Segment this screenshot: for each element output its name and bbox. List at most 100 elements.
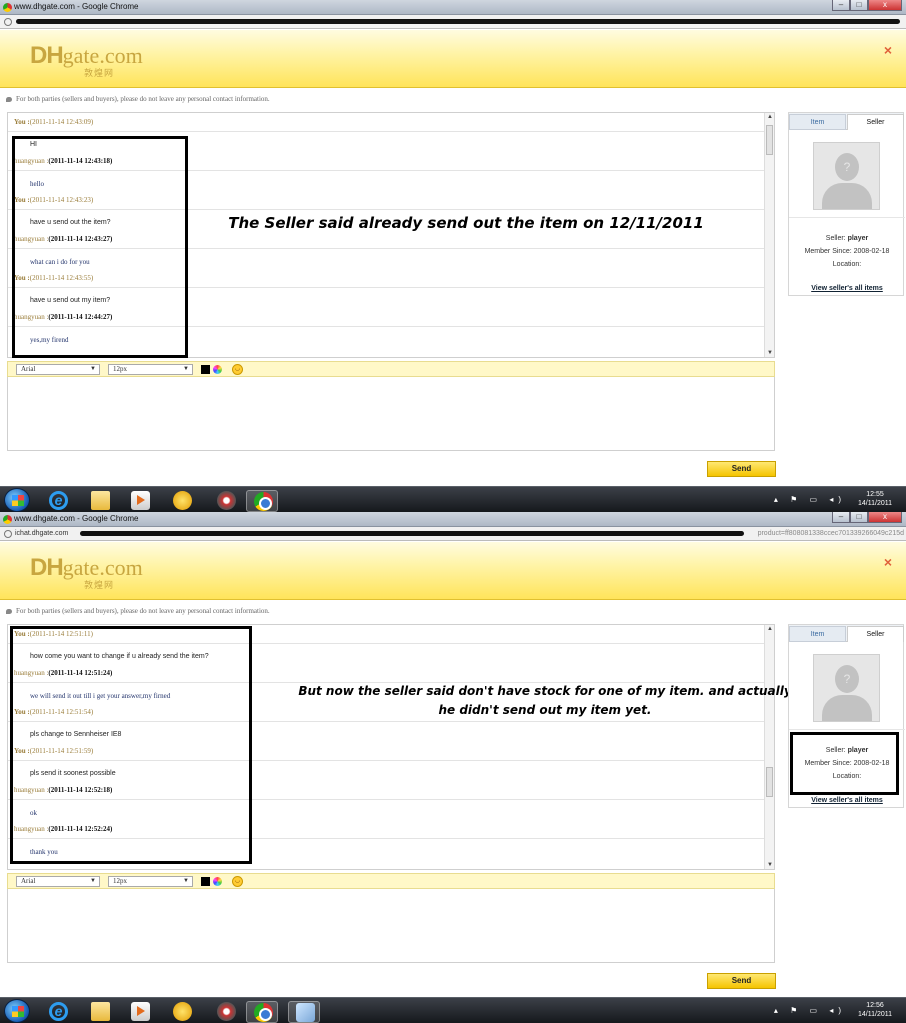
seller-avatar: ? xyxy=(813,654,880,722)
start-button[interactable] xyxy=(4,488,30,512)
start-button[interactable] xyxy=(4,999,30,1023)
clock[interactable]: 12:56 14/11/2011 xyxy=(858,1001,892,1019)
text-color-icon[interactable] xyxy=(201,365,210,374)
chat-scrollbar[interactable]: ▲ ▼ xyxy=(764,113,774,357)
tab-item[interactable]: Item xyxy=(789,626,846,642)
font-select[interactable]: Arial ▼ xyxy=(16,364,100,375)
folder-icon[interactable] xyxy=(84,490,116,512)
view-seller-items-link[interactable]: View seller's all items xyxy=(789,797,905,804)
tab-seller[interactable]: Seller xyxy=(847,114,904,130)
message-text: we will send it out till i get your answ… xyxy=(30,692,171,700)
scroll-thumb[interactable] xyxy=(766,125,773,155)
sender-you: You :(2011-11-14 12:51:11) xyxy=(14,630,93,638)
dhgate-logo: DHgate.com 敦煌网 xyxy=(30,42,143,78)
ie-icon[interactable]: e xyxy=(42,1001,74,1023)
message-divider xyxy=(8,760,764,761)
window-close-button[interactable]: x xyxy=(868,512,902,523)
messenger-icon[interactable] xyxy=(166,490,198,512)
close-icon[interactable]: × xyxy=(884,42,892,58)
sender-you: You :(2011-11-14 12:43:23) xyxy=(14,196,94,204)
maximize-button[interactable]: □ xyxy=(850,0,868,11)
color-wheel-icon[interactable] xyxy=(213,877,222,886)
folder-icon[interactable] xyxy=(84,1001,116,1023)
scroll-thumb[interactable] xyxy=(766,767,773,797)
chat-window-1: www.dhgate.com - Google Chrome – □ x DHg… xyxy=(0,0,906,512)
paint-icon[interactable] xyxy=(288,1001,320,1023)
message-input[interactable] xyxy=(7,377,775,451)
sender-seller: huangyuan :(2011-11-14 12:44:27) xyxy=(14,313,113,321)
size-select[interactable]: 12px ▼ xyxy=(108,364,193,375)
scroll-down-icon[interactable]: ▼ xyxy=(767,862,773,868)
chrome-taskbar-icon[interactable] xyxy=(246,490,278,512)
taskbar: e ▴ ⚑ ▭ ◂) 12:55 14/11/2011 xyxy=(0,486,906,512)
dhgate-header: DHgate.com 敦煌网 × xyxy=(0,30,906,88)
size-select[interactable]: 12px ▼ xyxy=(108,876,193,887)
privacy-notice: For both parties (sellers and buyers), p… xyxy=(6,607,270,615)
sender-seller: huangyuan :(2011-11-14 12:52:18) xyxy=(14,786,113,794)
disc-icon[interactable] xyxy=(210,490,242,512)
scroll-up-icon[interactable]: ▲ xyxy=(767,114,773,120)
chat-history[interactable]: ▲ ▼ You :(2011-11-14 12:51:11) how come y… xyxy=(7,624,775,870)
message-divider xyxy=(8,248,764,249)
chat-scrollbar[interactable]: ▲ ▼ xyxy=(764,625,774,869)
chrome-taskbar-icon[interactable] xyxy=(246,1001,278,1023)
messenger-icon[interactable] xyxy=(166,1001,198,1023)
message-text: yes,my firend xyxy=(30,336,69,344)
address-bar[interactable]: ichat.dhgate.com product=ff808081338ccec… xyxy=(0,527,906,541)
tab-item[interactable]: Item xyxy=(789,114,846,130)
media-player-icon[interactable] xyxy=(124,490,156,512)
speech-bubble-icon xyxy=(6,96,12,102)
clock[interactable]: 12:55 14/11/2011 xyxy=(858,490,892,508)
dhgate-header: DHgate.com 敦煌网 × xyxy=(0,542,906,600)
ie-icon[interactable]: e xyxy=(42,490,74,512)
chevron-down-icon: ▼ xyxy=(90,366,96,372)
sender-you: You :(2011-11-14 12:43:09) xyxy=(14,118,94,126)
taskbar: e ▴ ⚑ ▭ ◂) 12:56 14/11/2011 xyxy=(0,997,906,1023)
message-input[interactable] xyxy=(7,889,775,963)
speech-bubble-icon xyxy=(6,608,12,614)
chat-window-2: www.dhgate.com - Google Chrome – □ x ich… xyxy=(0,512,906,1023)
media-player-icon[interactable] xyxy=(124,1001,156,1023)
sender-you: You :(2011-11-14 12:43:55) xyxy=(14,274,94,282)
seller-location: Location: xyxy=(832,773,862,780)
system-tray[interactable]: ▴ ⚑ ▭ ◂) xyxy=(774,495,846,504)
view-seller-items-link[interactable]: View seller's all items xyxy=(789,285,905,292)
minimize-button[interactable]: – xyxy=(832,0,850,11)
maximize-button[interactable]: □ xyxy=(850,512,868,523)
send-button[interactable]: Send xyxy=(707,973,776,989)
sender-seller: huangyuan :(2011-11-14 12:43:18) xyxy=(14,157,113,165)
sender-seller: huangyuan :(2011-11-14 12:51:24) xyxy=(14,669,113,677)
dhgate-logo: DHgate.com 敦煌网 xyxy=(30,554,143,590)
emoticon-icon[interactable]: ◡ xyxy=(232,876,243,887)
seller-panel: Item Seller ? Seller: player Member Sinc… xyxy=(788,624,905,808)
address-bar[interactable] xyxy=(0,15,906,29)
format-toolbar: Arial ▼ 12px ▼ ◡ xyxy=(7,873,775,889)
message-divider xyxy=(8,170,764,171)
chrome-icon xyxy=(3,3,12,12)
scroll-up-icon[interactable]: ▲ xyxy=(767,626,773,632)
message-divider xyxy=(8,326,764,327)
sender-seller: huangyuan :(2011-11-14 12:52:24) xyxy=(14,825,113,833)
format-toolbar: Arial ▼ 12px ▼ ◡ xyxy=(7,361,775,377)
scroll-down-icon[interactable]: ▼ xyxy=(767,350,773,356)
browser-titlebar: www.dhgate.com - Google Chrome – □ x xyxy=(0,512,906,527)
text-color-icon[interactable] xyxy=(201,877,210,886)
emoticon-icon[interactable]: ◡ xyxy=(232,364,243,375)
message-divider xyxy=(8,209,764,210)
message-divider xyxy=(8,287,764,288)
sender-you: You :(2011-11-14 12:51:59) xyxy=(14,747,94,755)
font-select[interactable]: Arial ▼ xyxy=(16,876,100,887)
chat-history[interactable]: ▲ ▼ You :(2011-11-14 12:43:09) HI huangyua… xyxy=(7,112,775,358)
send-button[interactable]: Send xyxy=(707,461,776,477)
close-icon[interactable]: × xyxy=(884,554,892,570)
annotation-text: The Seller said already send out the ite… xyxy=(228,214,704,232)
chrome-icon xyxy=(3,515,12,524)
color-wheel-icon[interactable] xyxy=(213,365,222,374)
message-text: hello xyxy=(30,180,44,188)
disc-icon[interactable] xyxy=(210,1001,242,1023)
minimize-button[interactable]: – xyxy=(832,512,850,523)
window-close-button[interactable]: x xyxy=(868,0,902,11)
member-since: Member Since: 2008-02-18 xyxy=(804,760,890,767)
tab-seller[interactable]: Seller xyxy=(847,626,904,642)
system-tray[interactable]: ▴ ⚑ ▭ ◂) xyxy=(774,1006,846,1015)
